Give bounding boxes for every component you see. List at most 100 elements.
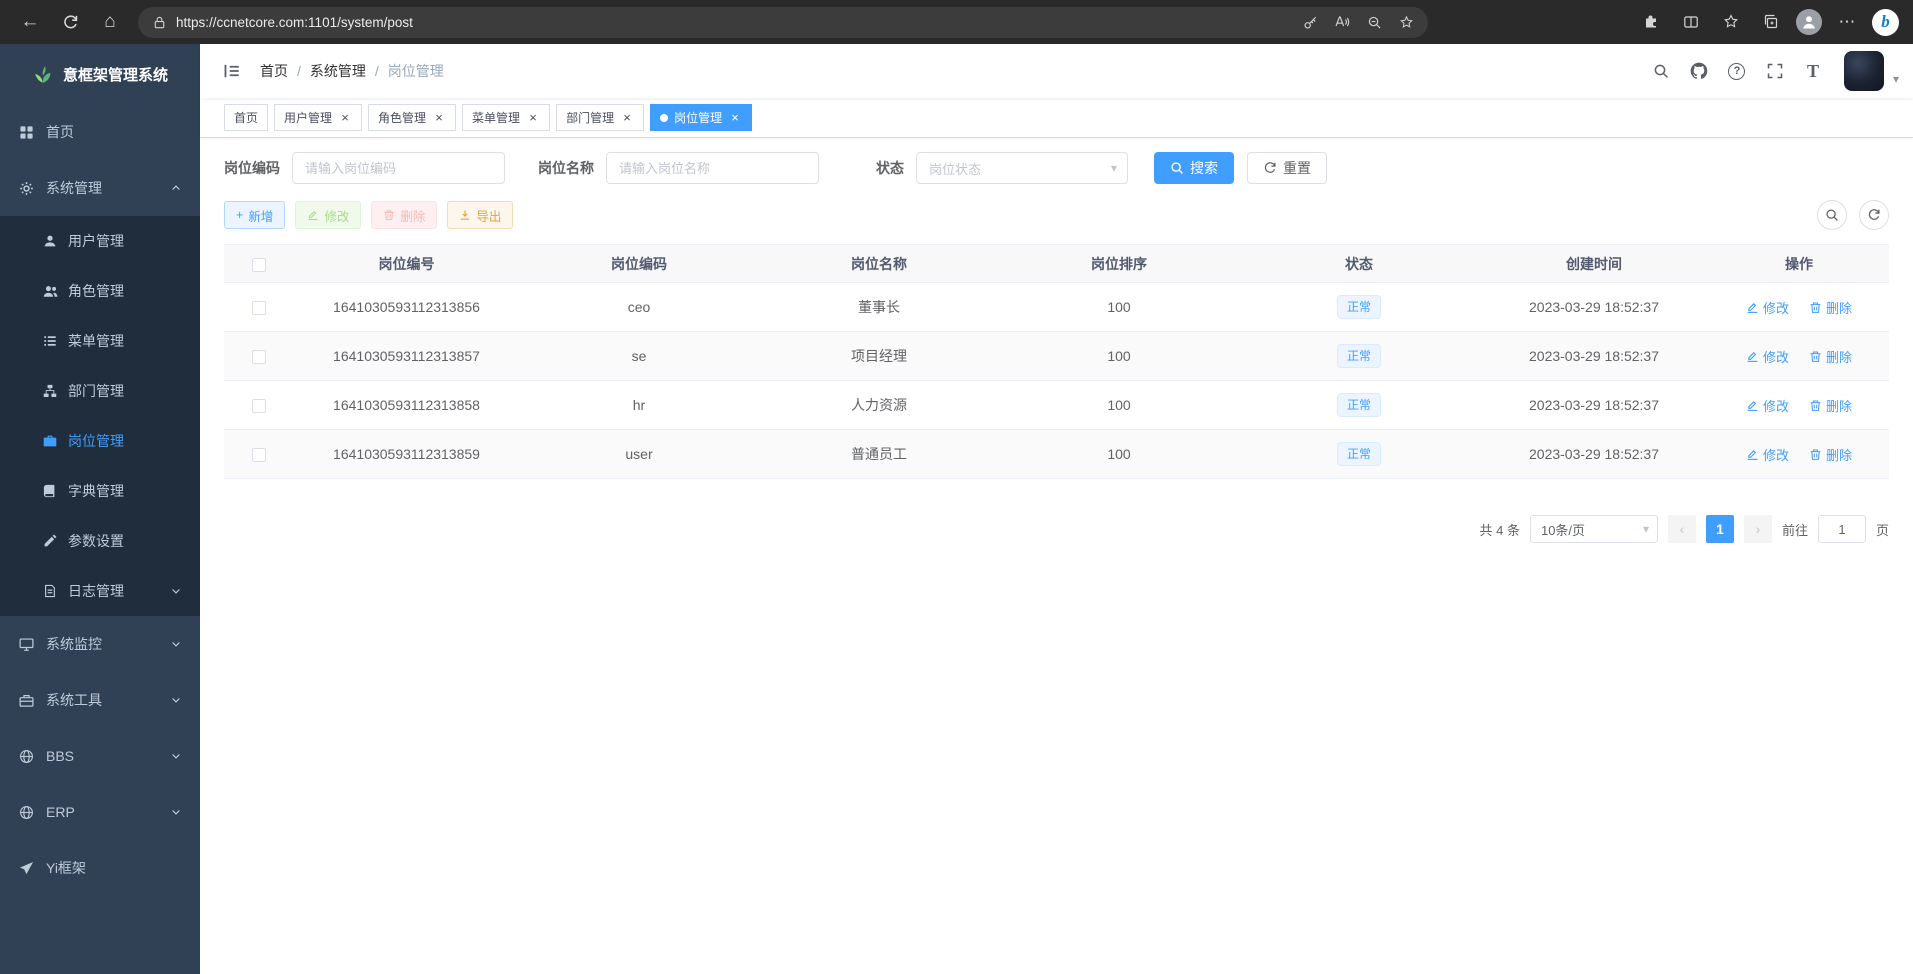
cell-post-name: 人力资源 xyxy=(759,381,999,430)
sidebar-item-param-settings[interactable]: 参数设置 xyxy=(0,516,200,566)
sidebar-collapse-icon[interactable] xyxy=(214,53,250,89)
bing-icon[interactable]: b xyxy=(1872,9,1899,36)
favorites-icon[interactable] xyxy=(1716,7,1746,37)
col-status: 状态 xyxy=(1239,245,1479,283)
sidebar-item-role-mgmt[interactable]: 角色管理 xyxy=(0,266,200,316)
browser-home-icon[interactable]: ⌂ xyxy=(92,4,128,40)
post-name-input[interactable] xyxy=(606,152,819,184)
add-favorite-icon[interactable] xyxy=(1392,9,1420,35)
fullscreen-icon[interactable] xyxy=(1758,54,1792,88)
table-row: 1641030593112313857 se 项目经理 100 正常 2023-… xyxy=(224,332,1889,381)
sidebar-item-menu-mgmt[interactable]: 菜单管理 xyxy=(0,316,200,366)
read-aloud-icon[interactable] xyxy=(1328,9,1356,35)
tab-role-mgmt[interactable]: 角色管理 × xyxy=(368,104,456,131)
close-icon[interactable]: × xyxy=(432,111,446,125)
row-delete-button[interactable]: 删除 xyxy=(1809,298,1852,317)
sidebar-item-yi-framework[interactable]: Yi框架 xyxy=(0,840,200,896)
password-key-icon[interactable] xyxy=(1296,9,1324,35)
address-bar[interactable]: https://ccnetcore.com:1101/system/post xyxy=(138,7,1428,38)
row-edit-button[interactable]: 修改 xyxy=(1746,347,1789,366)
page-number-button[interactable]: 1 xyxy=(1706,515,1734,543)
row-checkbox[interactable] xyxy=(252,448,266,462)
post-code-input[interactable] xyxy=(292,152,505,184)
page-size-select[interactable]: 10条/页 ▾ xyxy=(1530,515,1658,543)
row-delete-button[interactable]: 删除 xyxy=(1809,445,1852,464)
cell-created: 2023-03-29 18:52:37 xyxy=(1479,332,1709,381)
close-icon[interactable]: × xyxy=(620,111,634,125)
breadcrumb-system-mgmt[interactable]: 系统管理 xyxy=(310,61,366,81)
goto-page-input[interactable] xyxy=(1818,515,1866,543)
browser-refresh-icon[interactable] xyxy=(52,4,88,40)
url-text[interactable]: https://ccnetcore.com:1101/system/post xyxy=(176,15,1296,30)
breadcrumb-separator: / xyxy=(375,63,379,79)
sidebar-item-erp[interactable]: ERP xyxy=(0,784,200,840)
close-icon[interactable]: × xyxy=(526,111,540,125)
site-info-icon[interactable] xyxy=(152,15,167,30)
row-edit-button[interactable]: 修改 xyxy=(1746,396,1789,415)
sidebar-item-dict-mgmt[interactable]: 字典管理 xyxy=(0,466,200,516)
row-edit-button[interactable]: 修改 xyxy=(1746,445,1789,464)
font-size-icon[interactable]: T xyxy=(1796,54,1830,88)
sidebar-item-label: 角色管理 xyxy=(68,281,124,301)
zoom-icon[interactable] xyxy=(1360,9,1388,35)
help-icon[interactable]: ? xyxy=(1720,54,1754,88)
close-icon[interactable]: × xyxy=(338,111,352,125)
tab-user-mgmt[interactable]: 用户管理 × xyxy=(274,104,362,131)
add-button[interactable]: + 新增 xyxy=(224,201,285,229)
reset-button[interactable]: 重置 xyxy=(1247,152,1327,184)
sidebar-item-log-mgmt[interactable]: 日志管理 xyxy=(0,566,200,616)
chevron-down-icon xyxy=(170,806,182,818)
breadcrumb-home[interactable]: 首页 xyxy=(260,61,288,81)
close-icon[interactable]: × xyxy=(728,111,742,125)
sidebar-item-label: Yi框架 xyxy=(46,858,86,878)
sidebar-item-system-tools[interactable]: 系统工具 xyxy=(0,672,200,728)
sidebar-item-post-mgmt[interactable]: 岗位管理 xyxy=(0,416,200,466)
person-icon xyxy=(1800,13,1818,31)
tab-dept-mgmt[interactable]: 部门管理 × xyxy=(556,104,644,131)
header-search-icon[interactable] xyxy=(1644,54,1678,88)
app-logo[interactable]: 意框架管理系统 xyxy=(0,44,200,104)
row-checkbox[interactable] xyxy=(252,350,266,364)
tab-menu-mgmt[interactable]: 菜单管理 × xyxy=(462,104,550,131)
avatar-caret-icon[interactable]: ▾ xyxy=(1893,72,1899,86)
delete-button[interactable]: 删除 xyxy=(371,201,437,229)
sidebar-item-home[interactable]: 首页 xyxy=(0,104,200,160)
plus-icon: + xyxy=(236,208,243,222)
cell-post-sort: 100 xyxy=(999,430,1239,479)
top-navbar: 首页 / 系统管理 / 岗位管理 ? T xyxy=(200,44,1913,98)
sidebar-item-user-mgmt[interactable]: 用户管理 xyxy=(0,216,200,266)
status-select[interactable]: 岗位状态 ▾ xyxy=(916,152,1128,184)
search-button[interactable]: 搜索 xyxy=(1154,152,1234,184)
status-badge: 正常 xyxy=(1337,295,1381,319)
user-avatar[interactable] xyxy=(1844,51,1884,91)
export-button[interactable]: 导出 xyxy=(447,201,513,229)
next-page-button[interactable]: › xyxy=(1744,515,1772,543)
trash-icon xyxy=(1809,448,1822,461)
sidebar-item-bbs[interactable]: BBS xyxy=(0,728,200,784)
row-checkbox[interactable] xyxy=(252,301,266,315)
sidebar-item-dept-mgmt[interactable]: 部门管理 xyxy=(0,366,200,416)
collections-icon[interactable] xyxy=(1756,7,1786,37)
row-edit-button[interactable]: 修改 xyxy=(1746,298,1789,317)
sidebar-item-label: 菜单管理 xyxy=(68,331,124,351)
row-checkbox[interactable] xyxy=(252,399,266,413)
show-search-button[interactable] xyxy=(1817,200,1847,230)
prev-page-button[interactable]: ‹ xyxy=(1668,515,1696,543)
browser-profile-avatar[interactable] xyxy=(1796,9,1822,35)
tab-post-mgmt[interactable]: 岗位管理 × xyxy=(650,104,752,131)
edit-button[interactable]: 修改 xyxy=(295,201,361,229)
select-all-checkbox[interactable] xyxy=(252,258,266,272)
split-screen-icon[interactable] xyxy=(1676,7,1706,37)
more-options-icon[interactable]: ⋯ xyxy=(1832,7,1862,37)
github-icon[interactable] xyxy=(1682,54,1716,88)
row-delete-button[interactable]: 删除 xyxy=(1809,347,1852,366)
extensions-icon[interactable] xyxy=(1636,7,1666,37)
sidebar-menu: 首页 系统管理 用户管理 角色管理 菜单管理 部门管理 xyxy=(0,104,200,974)
row-delete-button[interactable]: 删除 xyxy=(1809,396,1852,415)
refresh-table-button[interactable] xyxy=(1859,200,1889,230)
cell-post-id: 1641030593112313859 xyxy=(294,430,519,479)
sidebar-item-system-monitor[interactable]: 系统监控 xyxy=(0,616,200,672)
browser-back-icon[interactable]: ← xyxy=(12,4,48,40)
tab-home[interactable]: 首页 xyxy=(224,104,268,131)
sidebar-item-system-mgmt[interactable]: 系统管理 xyxy=(0,160,200,216)
